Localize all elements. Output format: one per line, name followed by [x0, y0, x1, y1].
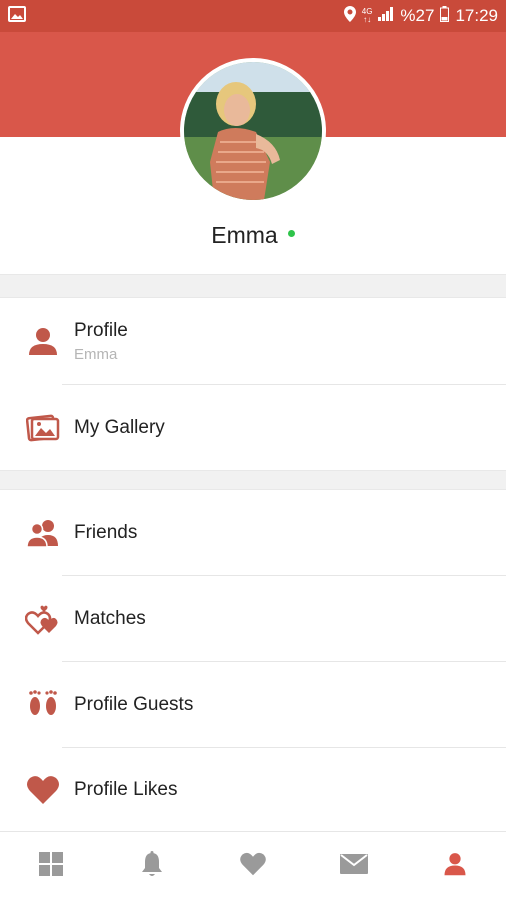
menu-label-friends: Friends — [74, 521, 138, 543]
battery-icon — [440, 5, 450, 27]
bottom-navigation — [0, 831, 506, 900]
battery-level: %27 — [400, 6, 435, 25]
menu-sub-profile: Emma — [74, 345, 118, 363]
menu-label-gallery: My Gallery — [74, 416, 165, 438]
status-bar: 4G ↑↓ %27 17:29 — [0, 0, 506, 32]
section-separator — [0, 274, 506, 298]
gallery-icon — [24, 409, 62, 447]
clock: 17:29 — [455, 6, 498, 25]
profile-name-row: Emma — [0, 222, 506, 249]
signal-icon — [378, 6, 394, 26]
nav-tab-messages[interactable] — [304, 832, 405, 900]
menu-item-matches[interactable]: Matches — [0, 576, 506, 661]
heart-icon — [239, 852, 267, 881]
menu-item-profile-likes[interactable]: Profile Likes — [0, 748, 506, 832]
menu-label-profile-likes: Profile Likes — [74, 779, 178, 800]
nav-tab-profile[interactable] — [405, 832, 506, 900]
friends-icon — [24, 514, 62, 552]
heart-icon — [24, 771, 62, 809]
avatar[interactable] — [180, 58, 326, 204]
nav-tab-notifications[interactable] — [101, 832, 202, 900]
mail-icon — [340, 853, 369, 879]
online-status-dot — [287, 230, 295, 237]
menu-item-profile[interactable]: Profile Emma — [0, 298, 506, 384]
network-type: 4G ↑↓ — [361, 7, 373, 24]
grid-icon — [38, 851, 63, 881]
menu-label-profile: Profile — [74, 319, 128, 341]
nav-tab-home[interactable] — [0, 832, 101, 900]
person-icon — [443, 851, 467, 882]
person-icon — [24, 322, 62, 360]
menu-item-gallery[interactable]: My Gallery — [0, 385, 506, 470]
footprints-icon — [24, 686, 62, 724]
section-separator — [0, 470, 506, 490]
bell-icon — [141, 850, 163, 882]
menu-item-friends[interactable]: Friends — [0, 490, 506, 575]
menu-label-matches: Matches — [74, 607, 146, 629]
nav-tab-likes[interactable] — [202, 832, 303, 900]
profile-name: Emma — [211, 222, 278, 248]
location-icon — [343, 5, 356, 27]
menu-item-profile-guests[interactable]: Profile Guests — [0, 662, 506, 747]
image-notification-icon — [8, 5, 26, 27]
menu-label-profile-guests: Profile Guests — [74, 693, 194, 715]
hearts-icon — [24, 600, 62, 638]
